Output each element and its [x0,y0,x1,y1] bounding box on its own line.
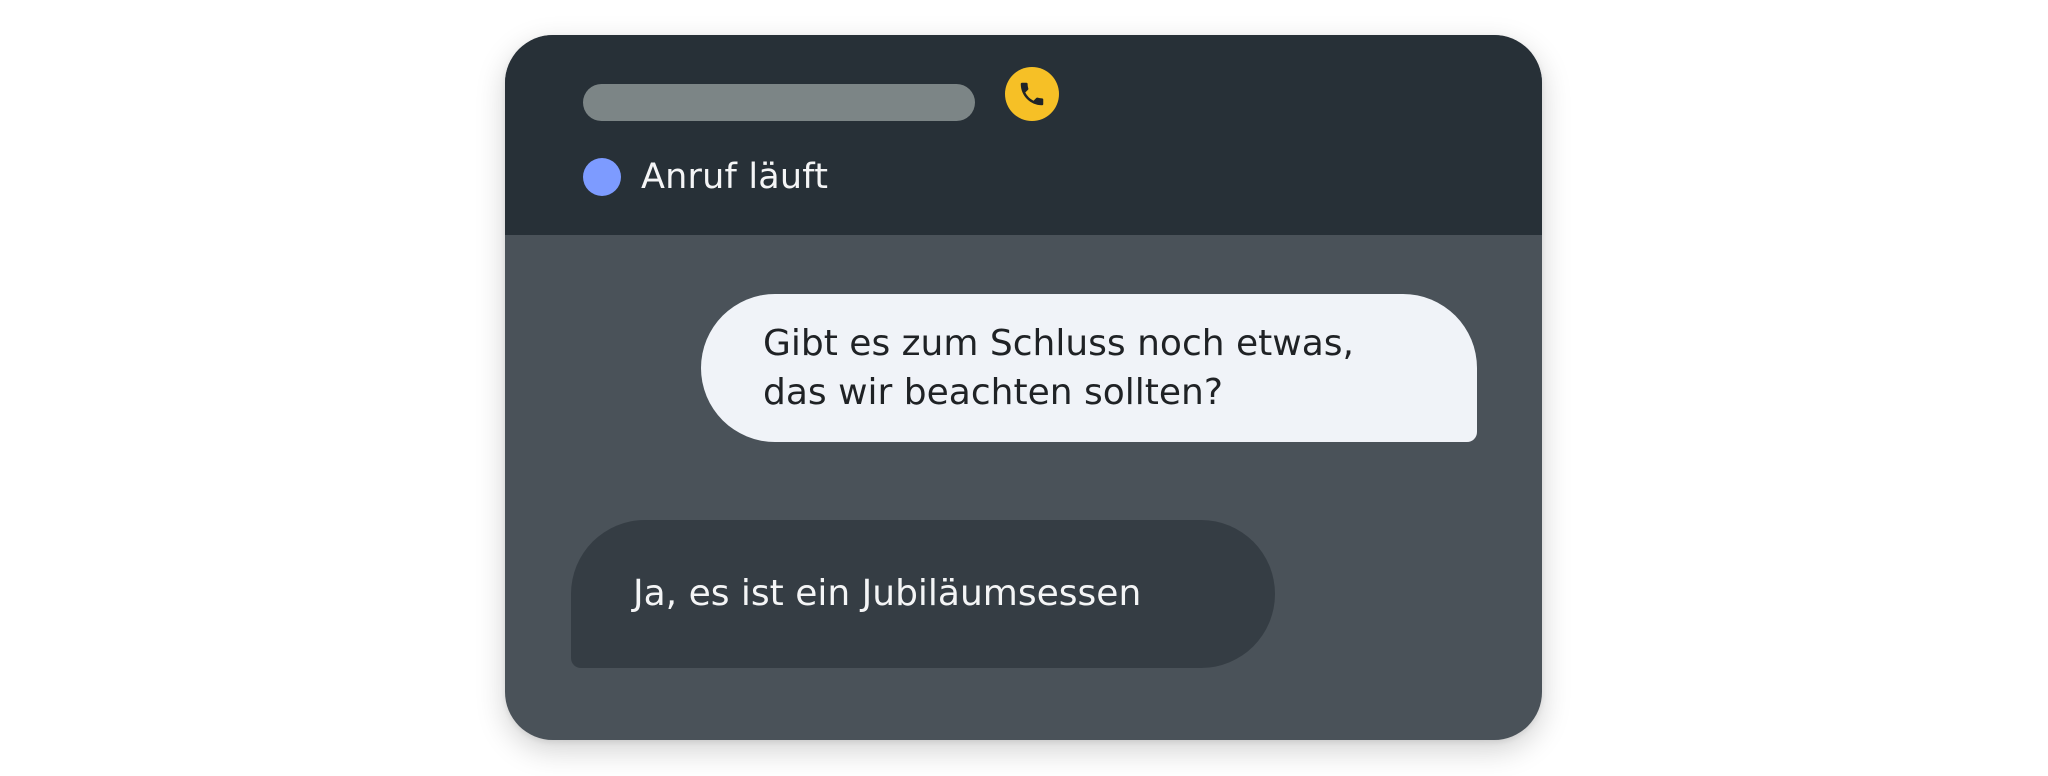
phone-badge[interactable] [1005,67,1059,121]
phone-icon [1020,82,1044,106]
call-status: Anruf läuft [583,153,828,201]
caller-name-placeholder [583,84,975,121]
call-card: Anruf läuft Gibt es zum Schluss noch etw… [505,35,1542,740]
status-dot-icon [583,158,621,196]
incoming-message: Ja, es ist ein Jubiläumsessen [571,520,1275,668]
stage: Anruf läuft Gibt es zum Schluss noch etw… [0,0,2048,776]
call-status-label: Anruf läuft [641,157,829,197]
outgoing-message: Gibt es zum Schluss noch etwas, das wir … [701,294,1477,442]
call-header: Anruf läuft [505,35,1542,235]
